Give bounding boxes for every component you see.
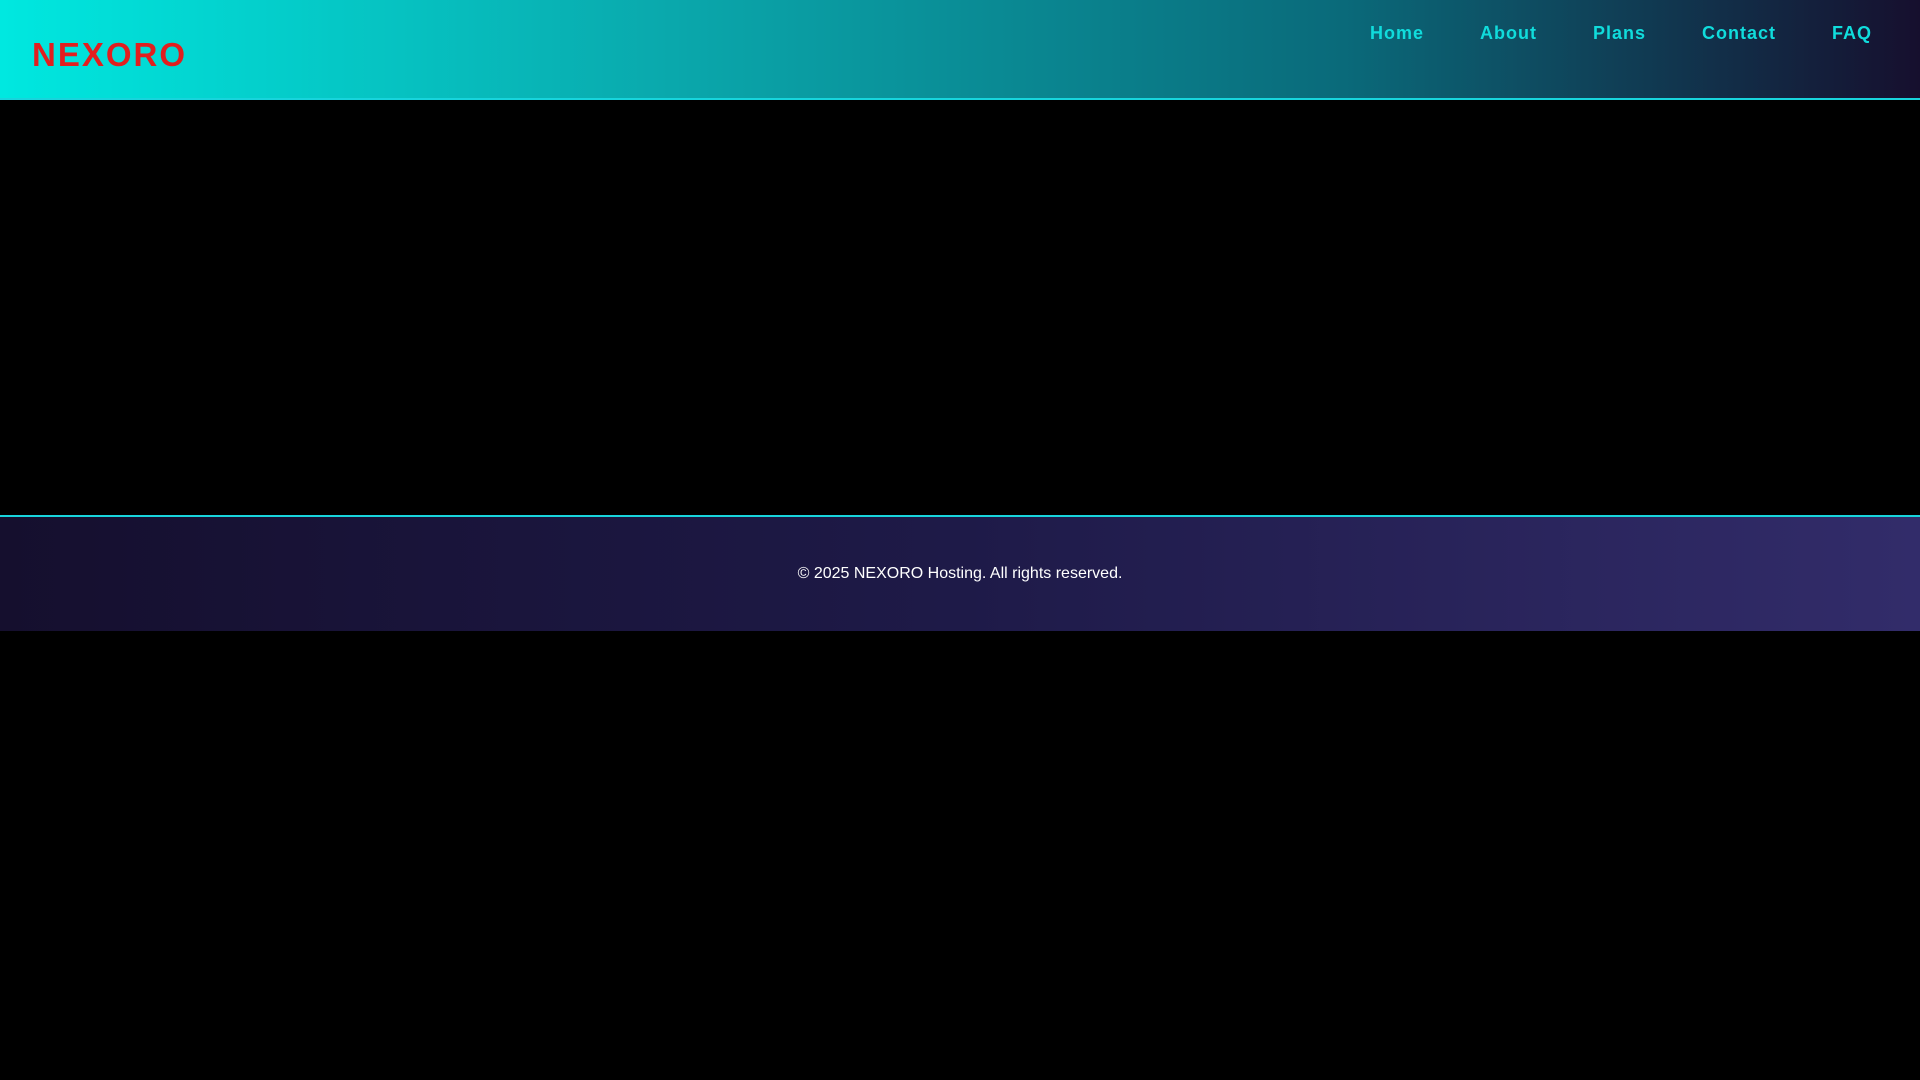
main-content	[0, 100, 1920, 515]
site-footer: © 2025 NEXORO Hosting. All rights reserv…	[0, 515, 1920, 631]
site-header: NEXORO Home About Plans Contact FAQ	[0, 0, 1920, 100]
nav-link-about[interactable]: About	[1480, 20, 1537, 46]
nav-link-home[interactable]: Home	[1370, 20, 1424, 46]
nav-link-contact[interactable]: Contact	[1702, 20, 1776, 46]
nav-link-plans[interactable]: Plans	[1593, 20, 1646, 46]
main-nav: Home About Plans Contact FAQ	[1370, 20, 1872, 46]
nav-link-faq[interactable]: FAQ	[1832, 20, 1872, 46]
site-logo[interactable]: NEXORO	[32, 36, 187, 74]
copyright-text: © 2025 NEXORO Hosting. All rights reserv…	[797, 565, 1123, 582]
